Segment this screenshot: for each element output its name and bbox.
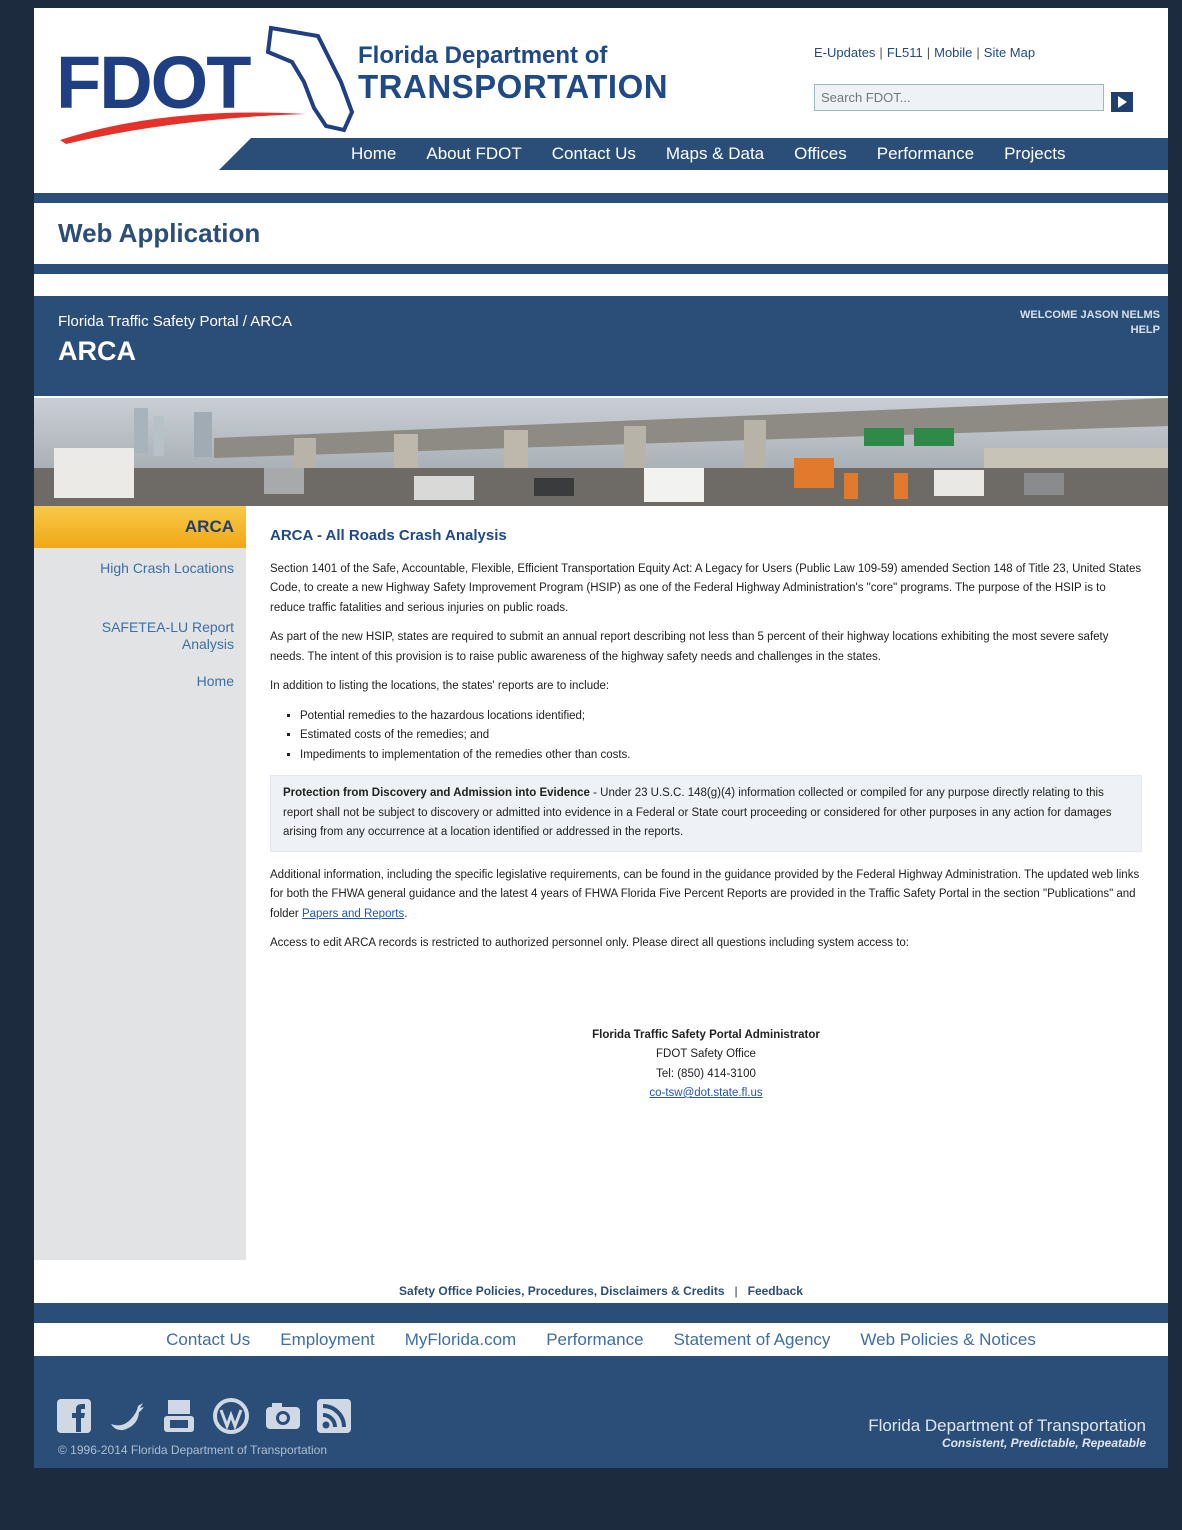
wordpress-icon[interactable] <box>212 1398 252 1434</box>
fdot-logo[interactable]: FDOT <box>56 22 355 144</box>
site-header: FDOT Florida Department of TRANSPORTATIO… <box>34 8 1168 193</box>
site-map-link[interactable]: Site Map <box>984 45 1035 60</box>
nav-performance[interactable]: Performance <box>877 144 974 164</box>
paragraph-end: . <box>404 907 408 920</box>
flickr-icon[interactable] <box>264 1398 304 1434</box>
divider <box>34 193 1168 203</box>
agency-name-line1: Florida Department of <box>358 42 608 69</box>
contact-block: Florida Traffic Safety Portal Administra… <box>270 1026 1142 1104</box>
nav-maps-data[interactable]: Maps & Data <box>666 144 764 164</box>
footer-tagline: Consistent, Predictable, Repeatable <box>941 1436 1146 1450</box>
footer-divider <box>34 1303 1168 1323</box>
nav-contact-us[interactable]: Contact Us <box>552 144 636 164</box>
footer-performance[interactable]: Performance <box>546 1330 643 1350</box>
requirements-list: Potential remedies to the hazardous loca… <box>270 707 1142 766</box>
page-title: Web Application <box>58 218 261 248</box>
search-input[interactable] <box>814 84 1104 111</box>
breadcrumb[interactable]: Florida Traffic Safety Portal / ARCA <box>58 313 292 330</box>
separator: | <box>734 1284 738 1298</box>
paragraph-intro: Section 1401 of the Safe, Accountable, F… <box>270 562 1142 614</box>
contact-office: FDOT Safety Office <box>656 1048 756 1060</box>
help-link[interactable]: HELP <box>1020 323 1160 338</box>
user-welcome: WELCOME JASON NELMS HELP <box>1020 308 1160 338</box>
e-updates-link[interactable]: E-Updates <box>814 45 875 60</box>
feedback-link[interactable]: Feedback <box>748 1284 803 1298</box>
page-container: FDOT Florida Department of TRANSPORTATIO… <box>34 8 1168 1468</box>
nav-home[interactable]: Home <box>351 144 396 164</box>
app-title: ARCA <box>58 336 136 366</box>
nav-offices[interactable]: Offices <box>794 144 847 164</box>
content-heading: ARCA - All Roads Crash Analysis <box>270 527 507 544</box>
footer-org-name: Florida Department of Transportation <box>868 1416 1146 1435</box>
main-content: ARCA - All Roads Crash Analysis Section … <box>270 526 1142 1104</box>
notice-heading: Protection from Discovery and Admission … <box>283 787 590 799</box>
nav-about-fdot[interactable]: About FDOT <box>426 144 521 164</box>
paragraph-include: In addition to listing the locations, th… <box>270 680 610 692</box>
utility-links: E-Updates | FL511 | Mobile | Site Map <box>814 45 1035 60</box>
separator: | <box>926 45 931 60</box>
footer-statement-of-agency[interactable]: Statement of Agency <box>674 1330 831 1350</box>
contact-phone: Tel: (850) 414-3100 <box>656 1067 756 1080</box>
youtube-icon[interactable] <box>160 1398 200 1434</box>
twitter-icon[interactable] <box>108 1398 148 1434</box>
fl511-link[interactable]: FL511 <box>887 45 923 60</box>
mobile-link[interactable]: Mobile <box>934 45 972 60</box>
list-item: Impediments to implementation of the rem… <box>300 746 1142 766</box>
sidebar-item-high-crash-locations[interactable]: High Crash Locations <box>34 560 246 577</box>
app-banner: Florida Traffic Safety Portal / ARCA ARC… <box>34 296 1168 396</box>
welcome-user-text: WELCOME JASON NELMS <box>1020 309 1160 321</box>
banner-photo <box>34 398 1168 506</box>
facebook-icon[interactable] <box>56 1398 96 1434</box>
paragraph-access: Access to edit ARCA records is restricte… <box>270 937 909 949</box>
main-nav: Home About FDOT Contact Us Maps & Data O… <box>219 138 1168 170</box>
footer-org: Florida Department of Transportation Con… <box>868 1416 1146 1450</box>
agency-name-line2: TRANSPORTATION <box>358 68 669 105</box>
nav-projects[interactable]: Projects <box>1004 144 1065 164</box>
footer-myflorida[interactable]: MyFlorida.com <box>405 1330 516 1350</box>
policies-link[interactable]: Safety Office Policies, Procedures, Disc… <box>399 1284 724 1298</box>
sidebar-item-safetea-lu-report[interactable]: SAFETEA-LU Report Analysis <box>34 619 246 653</box>
contact-name: Florida Traffic Safety Portal Administra… <box>592 1028 820 1041</box>
footer-bottom: © 1996-2014 Florida Department of Transp… <box>34 1356 1168 1468</box>
paragraph-additional-info: Additional information, including the sp… <box>270 866 1142 925</box>
footer-web-policies[interactable]: Web Policies & Notices <box>860 1330 1035 1350</box>
highway-banner-image <box>34 398 1168 506</box>
list-item: Estimated costs of the remedies; and <box>300 726 1142 746</box>
contact-email-link[interactable]: co-tsw@dot.state.fl.us <box>270 1084 1142 1104</box>
divider <box>34 264 1168 274</box>
legal-notice-box: Protection from Discovery and Admission … <box>270 775 1142 852</box>
footer-nav: Contact Us Employment MyFlorida.com Perf… <box>34 1323 1168 1357</box>
papers-and-reports-link[interactable]: Papers and Reports <box>302 908 404 920</box>
sidebar-heading: ARCA <box>34 506 246 548</box>
logo-wordmark: FDOT <box>56 41 251 124</box>
paragraph-hsip: As part of the new HSIP, states are requ… <box>270 631 1109 663</box>
copyright-text: © 1996-2014 Florida Department of Transp… <box>58 1443 327 1457</box>
list-item: Potential remedies to the hazardous loca… <box>300 707 1142 727</box>
search-submit-button[interactable] <box>1111 92 1133 112</box>
sidebar: ARCA High Crash Locations SAFETEA-LU Rep… <box>34 506 246 1260</box>
footer-policy-links: Safety Office Policies, Procedures, Disc… <box>34 1284 1168 1298</box>
social-links <box>56 1398 368 1434</box>
sidebar-item-home[interactable]: Home <box>34 673 246 690</box>
footer-employment[interactable]: Employment <box>280 1330 374 1350</box>
footer-contact-us[interactable]: Contact Us <box>166 1330 250 1350</box>
separator: | <box>879 45 883 60</box>
rss-icon[interactable] <box>316 1398 356 1434</box>
separator: | <box>976 45 980 60</box>
